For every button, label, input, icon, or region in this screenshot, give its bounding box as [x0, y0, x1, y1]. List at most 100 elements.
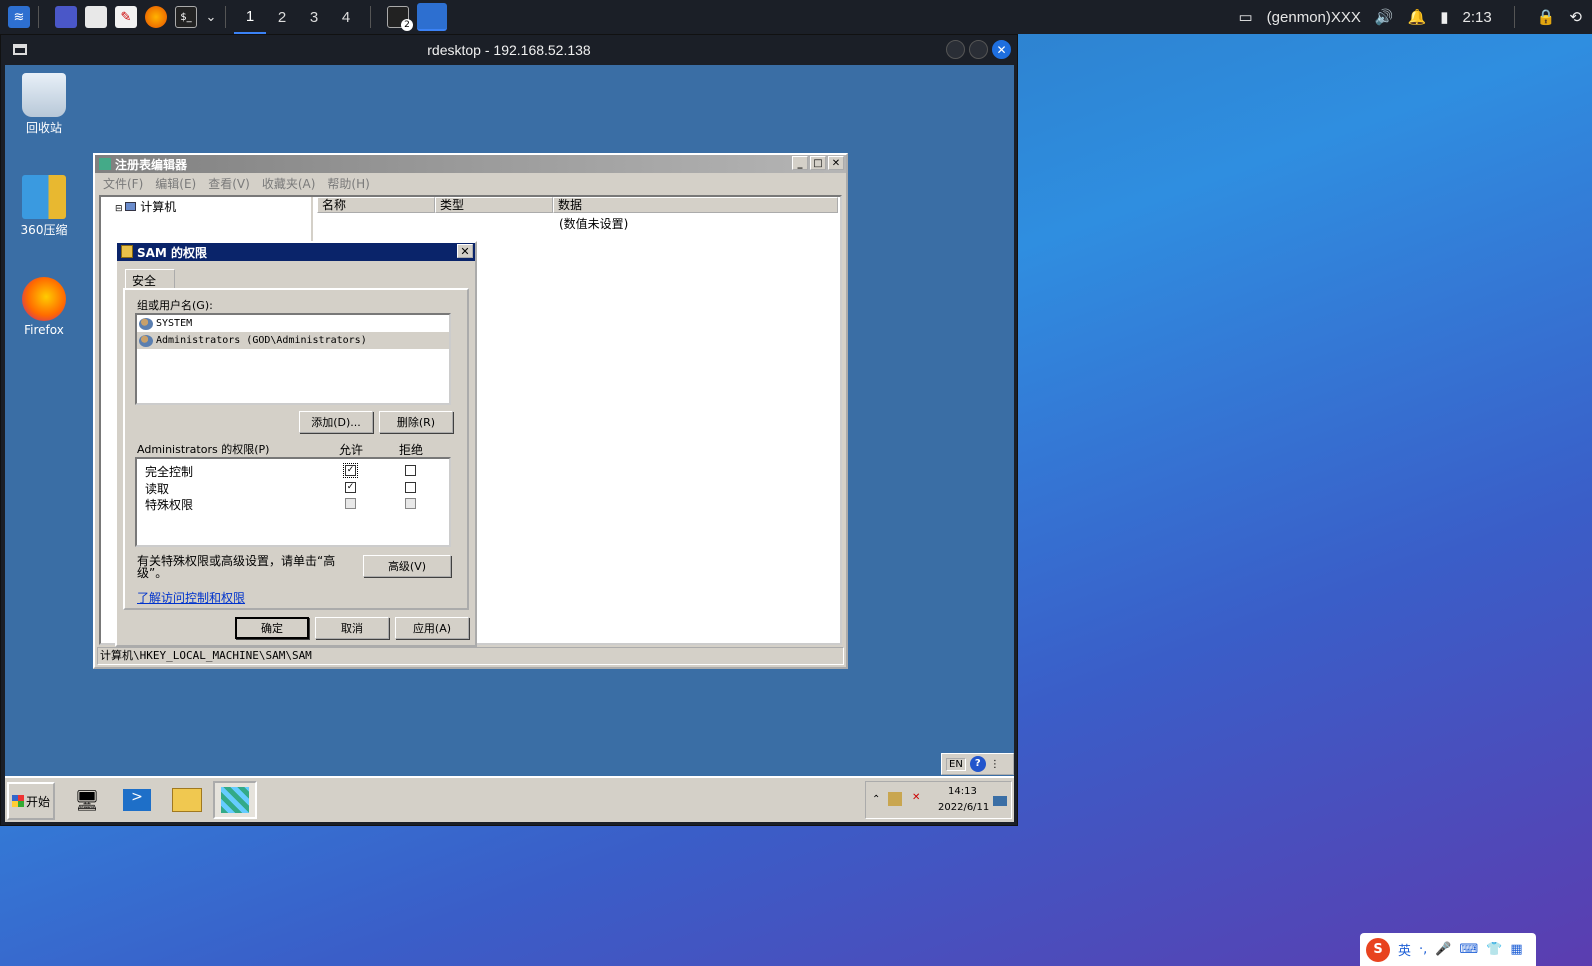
panel-separator: [370, 6, 371, 28]
window-count-badge: 2: [401, 19, 413, 31]
network-icon[interactable]: [888, 792, 902, 806]
firefox-icon: [22, 277, 66, 321]
file-manager-icon[interactable]: [85, 6, 107, 28]
sogou-logo-icon[interactable]: S: [1366, 937, 1390, 962]
panel-separator: [38, 6, 39, 28]
remove-button[interactable]: 删除(R): [379, 411, 453, 433]
show-desktop-icon[interactable]: [55, 6, 77, 28]
window-menu-icon[interactable]: [13, 44, 27, 55]
desktop-icon-firefox[interactable]: Firefox: [9, 277, 79, 337]
show-hidden-icon[interactable]: ⌃: [872, 794, 880, 805]
allow-header: 允许: [339, 443, 364, 457]
access-control-link[interactable]: 了解访问控制和权限: [137, 589, 245, 606]
menu-edit[interactable]: 编辑(E): [155, 175, 196, 192]
column-name[interactable]: 名称: [317, 197, 435, 213]
close-button[interactable]: ✕: [457, 244, 473, 258]
explorer-icon[interactable]: [165, 781, 209, 819]
battery-icon[interactable]: ▮: [1440, 8, 1448, 26]
toolbox-icon[interactable]: ▦: [1510, 942, 1522, 957]
user-name: Administrators (GOD\Administrators): [156, 335, 367, 346]
chevron-down-icon[interactable]: ⌄: [205, 6, 217, 28]
workspace-2[interactable]: 2: [266, 0, 298, 34]
close-button[interactable]: ✕: [828, 156, 844, 170]
close-button[interactable]: ✕: [992, 40, 1011, 59]
show-desktop-icon[interactable]: [993, 796, 1007, 806]
advanced-hint: 有关特殊权限或高级设置，请单击“高级”。: [137, 554, 336, 580]
start-button[interactable]: 开始: [7, 782, 55, 820]
menu-view[interactable]: 查看(V): [208, 175, 250, 192]
terminal-group-icon[interactable]: 2: [387, 6, 413, 31]
panel-tray: ▭ (genmon)XXX 🔊 🔔 ▮ 2:13 🔒 ⟲: [1238, 0, 1592, 34]
tab-security[interactable]: 安全: [125, 269, 175, 289]
column-type[interactable]: 类型: [435, 197, 553, 213]
rdesktop-titlebar[interactable]: rdesktop - 192.168.52.138 ✕: [1, 35, 1017, 65]
minimize-button[interactable]: [946, 40, 965, 59]
column-data[interactable]: 数据: [553, 197, 838, 213]
perm-name: 完全控制: [145, 465, 194, 479]
allow-special-checkbox: [345, 498, 356, 509]
advanced-button[interactable]: 高级(V): [363, 555, 451, 577]
firefox-icon[interactable]: [145, 6, 167, 28]
volume-muted-icon[interactable]: ✕: [912, 792, 920, 803]
status-bar: 计算机\HKEY_LOCAL_MACHINE\SAM\SAM: [97, 647, 844, 665]
workspace-4[interactable]: 4: [330, 0, 362, 34]
allow-read-checkbox[interactable]: ✓: [345, 482, 356, 493]
recycle-bin-icon: [22, 73, 66, 117]
add-button[interactable]: 添加(D)...: [299, 411, 373, 433]
user-group-icon: [139, 334, 153, 347]
logout-icon[interactable]: ⟲: [1569, 8, 1582, 26]
users-list[interactable]: SYSTEM Administrators (GOD\Administrator…: [135, 313, 451, 405]
windows-taskbar: 开始 🖥 > ⌃ ✕ 14:13 2022/6/11: [5, 776, 1014, 822]
options-icon[interactable]: ⋮: [990, 759, 1000, 770]
cancel-button[interactable]: 取消: [315, 617, 389, 639]
workspace-3[interactable]: 3: [298, 0, 330, 34]
list-item[interactable]: Administrators (GOD\Administrators): [137, 332, 449, 349]
workspace-1[interactable]: 1: [234, 0, 266, 34]
kali-menu-icon[interactable]: ≋: [8, 6, 30, 28]
minimize-button[interactable]: _: [792, 156, 808, 170]
perm-name: 特殊权限: [145, 498, 194, 512]
taskbar-time[interactable]: 14:13: [948, 786, 977, 797]
keyboard-icon[interactable]: ⌨: [1459, 942, 1478, 957]
desktop-icon-recycle-bin[interactable]: 回收站: [9, 73, 79, 136]
collapse-icon[interactable]: ⊟: [115, 204, 125, 214]
volume-icon[interactable]: 🔊: [1375, 8, 1394, 26]
regedit-titlebar[interactable]: 注册表编辑器 _ □ ✕: [95, 155, 846, 173]
regedit-task-icon[interactable]: [213, 781, 257, 819]
punctuation-icon[interactable]: ·,: [1419, 942, 1427, 957]
permissions-list[interactable]: 完全控制 ✓ 读取 ✓ 特殊权限: [135, 457, 451, 547]
tree-root-label: 计算机: [140, 200, 177, 214]
menu-help[interactable]: 帮助(H): [327, 175, 369, 192]
tree-item-computer[interactable]: ⊟ 计算机: [101, 197, 311, 215]
panel-clock[interactable]: 2:13: [1463, 9, 1492, 26]
deny-full-control-checkbox[interactable]: [405, 465, 416, 476]
allow-full-control-checkbox[interactable]: ✓: [343, 463, 358, 478]
help-icon[interactable]: ?: [969, 756, 986, 772]
powershell-icon[interactable]: >: [115, 781, 159, 819]
permissions-title: SAM 的权限: [137, 245, 208, 260]
maximize-button[interactable]: [969, 40, 988, 59]
monitor-icon: ▭: [1238, 9, 1253, 26]
server-manager-icon[interactable]: 🖥: [65, 781, 109, 819]
deny-read-checkbox[interactable]: [405, 482, 416, 493]
microphone-icon[interactable]: 🎤: [1435, 942, 1451, 957]
language-indicator[interactable]: EN: [946, 757, 966, 771]
ok-button[interactable]: 确定: [235, 617, 309, 639]
rdesktop-task-icon[interactable]: [417, 3, 447, 31]
lock-icon[interactable]: 🔒: [1537, 8, 1556, 26]
notification-bell-icon[interactable]: 🔔: [1408, 8, 1427, 26]
skin-icon[interactable]: 👕: [1486, 942, 1502, 957]
terminal-icon[interactable]: $_: [175, 6, 197, 28]
ime-language[interactable]: 英: [1398, 940, 1411, 959]
menu-favorites[interactable]: 收藏夹(A): [262, 175, 316, 192]
maximize-button[interactable]: □: [810, 156, 826, 170]
text-editor-icon[interactable]: ✎: [115, 6, 137, 28]
menu-file[interactable]: 文件(F): [103, 175, 143, 192]
desktop-icon-360zip[interactable]: 360压缩: [9, 175, 79, 238]
list-item[interactable]: SYSTEM: [137, 315, 449, 332]
taskbar-date[interactable]: 2022/6/11: [938, 802, 989, 813]
remote-desktop[interactable]: 回收站 360压缩 Firefox 注册表编辑器 _ □ ✕ 文件(F) 编辑(…: [5, 65, 1014, 822]
permissions-titlebar[interactable]: SAM 的权限 ✕: [117, 243, 475, 261]
apply-button[interactable]: 应用(A): [395, 617, 469, 639]
value-data[interactable]: (数值未设置): [559, 215, 628, 232]
